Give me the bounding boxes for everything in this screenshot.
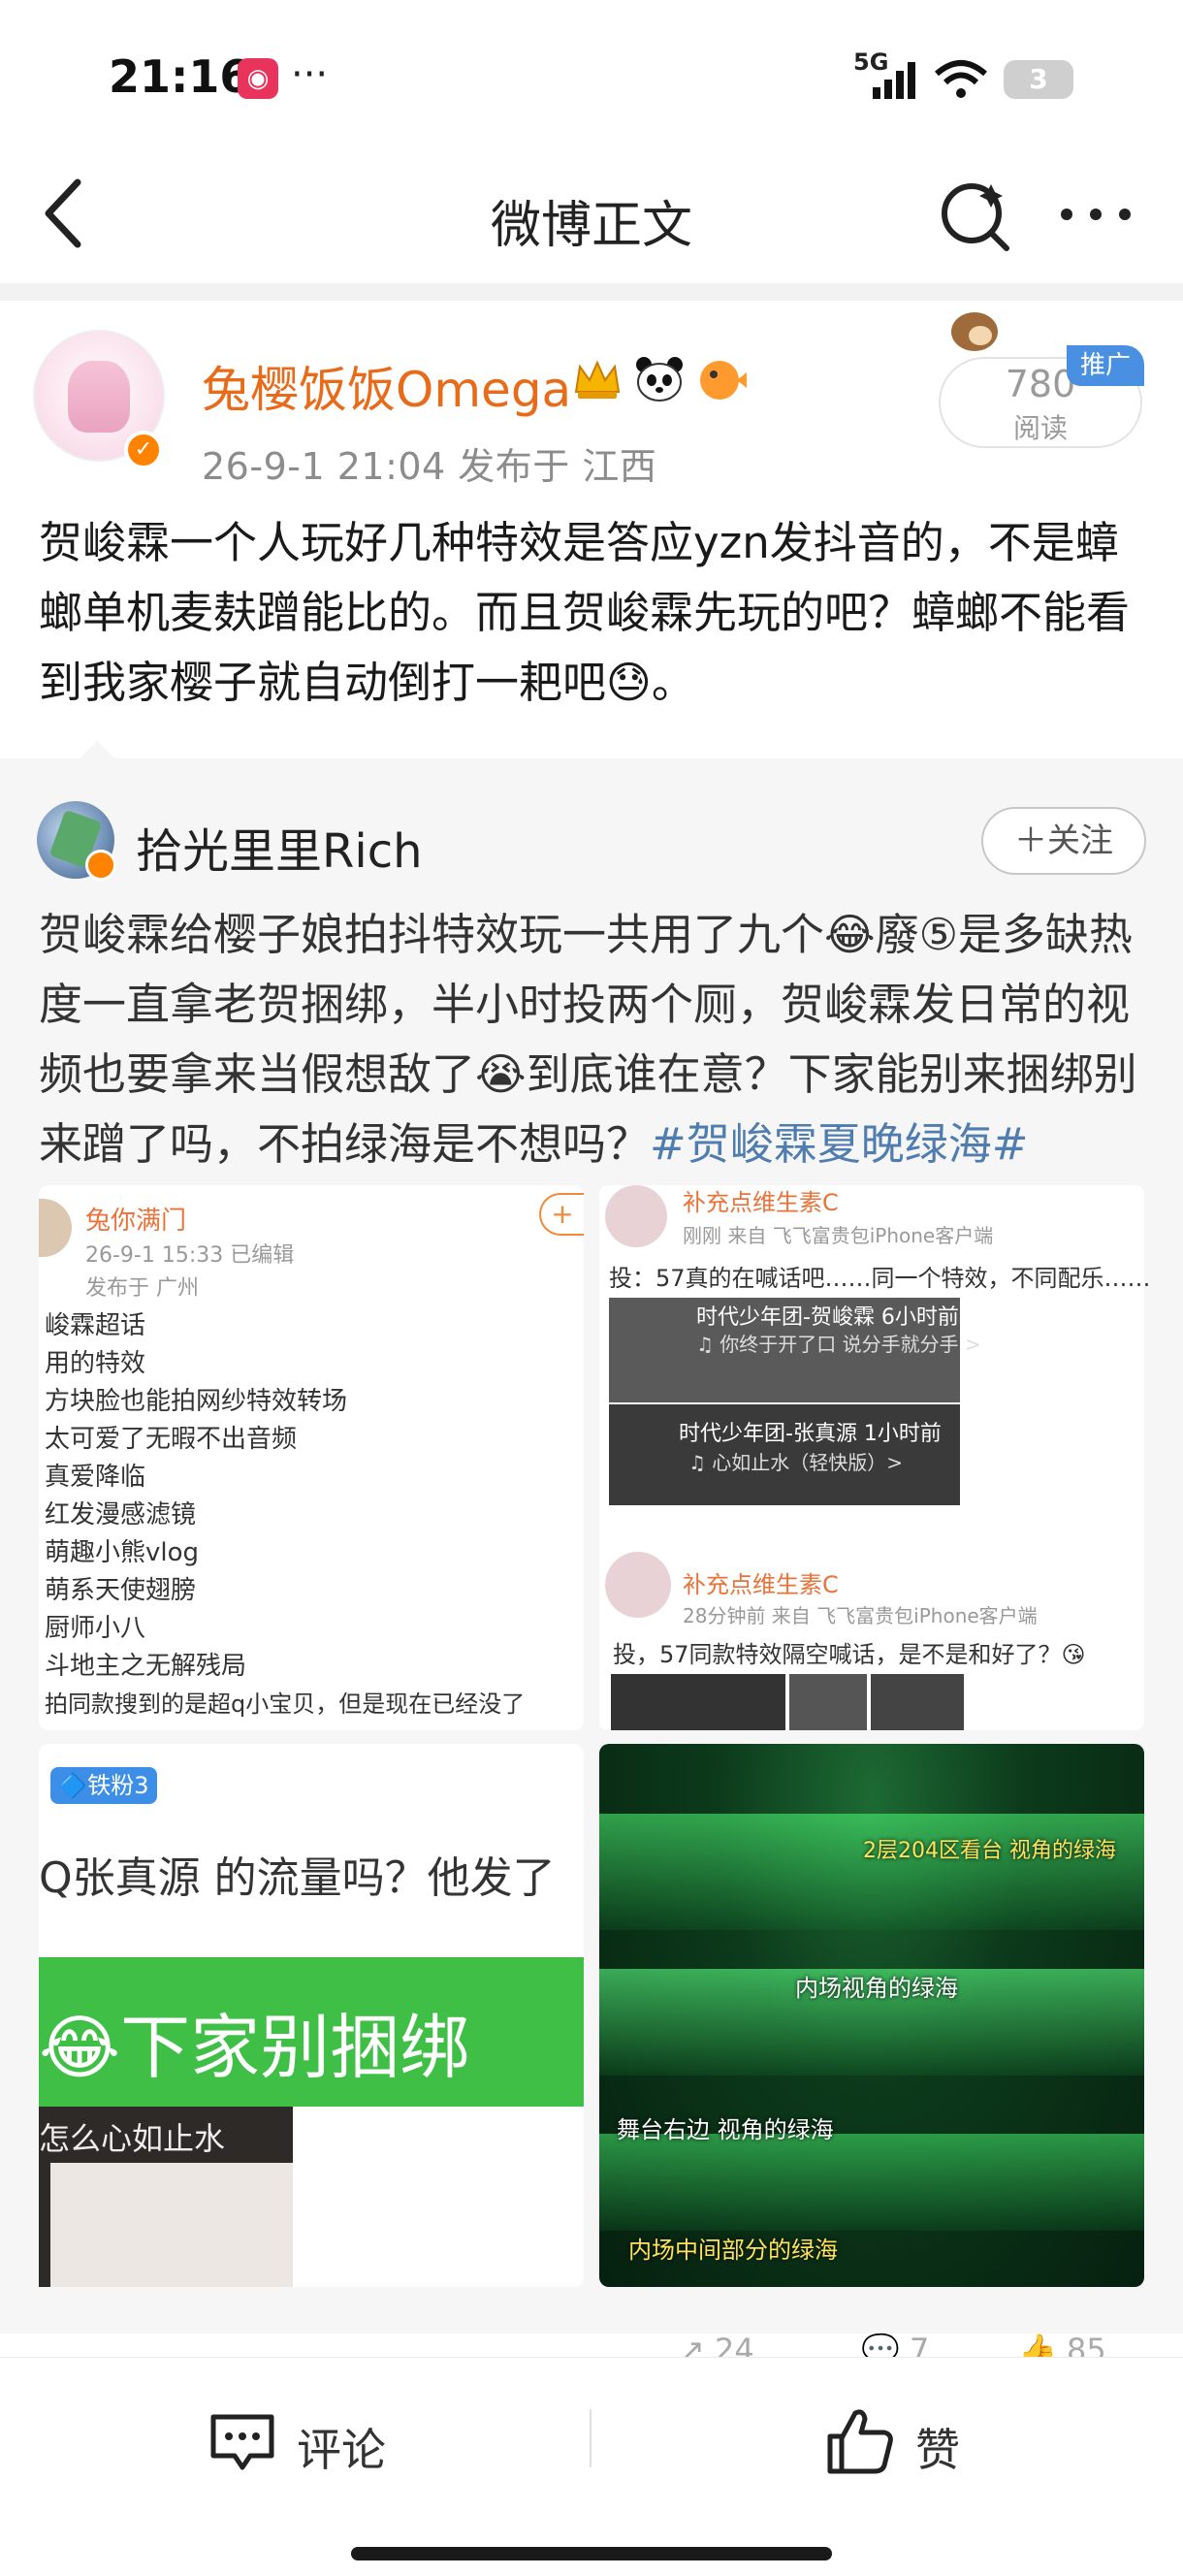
screenshot-follow-icon: + <box>539 1193 584 1236</box>
promo-tag[interactable]: 推广 <box>1067 345 1144 386</box>
concert-light-band <box>599 2134 1144 2231</box>
list-item: 红发漫感滤镜 <box>45 1500 197 1530</box>
panda-badge-icon <box>636 357 683 402</box>
screenshot-text: 投：57真的在喊话吧……同一个特效，不同配乐…… <box>609 1265 1151 1292</box>
status-time: 21:16 <box>109 50 251 103</box>
repost-notch <box>78 741 116 760</box>
home-indicator[interactable] <box>351 2547 832 2560</box>
photo-caption: 内场视角的绿海 <box>795 1975 958 2002</box>
screenshot-text: Q张真源 的流量吗？他发了 <box>39 1853 556 1903</box>
list-item: 拍同款搜到的是超q小宝贝，但是现在已经没了 <box>45 1690 526 1718</box>
photo-light-area <box>50 2163 293 2287</box>
screenshot-meta: 26-9-1 15:33 已编辑 <box>85 1243 295 1268</box>
photo-caption: 2层204区看台 视角的绿海 <box>863 1839 1116 1863</box>
crown-badge-icon <box>574 360 621 399</box>
wifi-icon <box>935 60 987 98</box>
author-name[interactable]: 兔樱饭饭Omega <box>202 351 571 421</box>
verified-badge-icon: ✓ <box>124 431 163 469</box>
list-item: 厨师小八 <box>45 1614 146 1643</box>
list-item: 斗地主之无解残局 <box>45 1652 247 1681</box>
photo-thumbnail <box>871 1674 964 1730</box>
photo-thumbnail <box>789 1674 867 1730</box>
photo-caption: 内场中间部分的绿海 <box>628 2237 838 2264</box>
concert-light-band <box>599 1814 1144 1930</box>
status-more-icon: ··· <box>291 52 329 97</box>
banner-text: 😂下家别捆绑 <box>39 2007 470 2088</box>
more-options-button[interactable] <box>1057 190 1135 239</box>
list-item: 萌系天使翅膀 <box>45 1576 197 1605</box>
screenshot-meta: 刚刚 来自 飞飞富贵包iPhone客户端 <box>683 1224 994 1247</box>
like-button[interactable]: 赞 <box>915 2415 960 2479</box>
repost-author-name[interactable]: 拾光里里Rich <box>136 813 423 881</box>
like-thumb-icon[interactable] <box>824 2405 896 2477</box>
separator <box>0 283 1183 301</box>
pufferfish-badge-icon <box>700 361 747 400</box>
video-title: 时代少年团-张真源 1小时前 <box>679 1422 942 1446</box>
read-count-label: 阅读 <box>1012 412 1068 444</box>
list-item: 用的特效 <box>45 1349 146 1378</box>
follow-button[interactable]: ＋关注 <box>981 807 1146 875</box>
avatar <box>605 1552 671 1618</box>
screenshot-effect-list: 峻霖超话 用的特效 方块脸也能拍网纱特效转场 太可爱了无暇不出音频 真爱降临 红… <box>45 1307 525 1723</box>
post-meta: 26-9-1 21:04 发布于 江西 <box>202 445 657 488</box>
screenshot-meta: 28分钟前 来自 飞飞富贵包iPhone客户端 <box>683 1604 1038 1627</box>
bottom-action-bar <box>0 2357 1183 2576</box>
photo-caption: 舞台右边 视角的绿海 <box>617 2116 834 2143</box>
hashtag-link[interactable]: #贺峻霖夏晚绿海# <box>650 1118 1028 1170</box>
video-music: ♫ 心如止水（轻快版）> <box>688 1451 904 1474</box>
list-item: 峻霖超话 <box>45 1311 146 1340</box>
app-notification-icon: ◉ <box>238 58 278 99</box>
screenshot-meta: 发布于 广州 <box>85 1276 199 1301</box>
list-item: 方块脸也能拍网纱特效转场 <box>45 1387 348 1416</box>
battery-icon: 3 <box>1004 60 1073 99</box>
comment-icon[interactable] <box>208 2411 277 2475</box>
screenshot-username: 兔你满门 <box>85 1207 187 1236</box>
screenshot-text: 投，57同款特效隔空喊话，是不是和好了？😘 <box>613 1641 1086 1668</box>
screenshot-username: 补充点维生素C <box>683 1189 839 1216</box>
list-item: 萌趣小熊vlog <box>45 1538 200 1567</box>
verified-badge-icon <box>85 850 116 881</box>
post-body: 贺峻霖一个人玩好几种特效是答应yzn发抖音的，不是蟑螂单机麦麸蹭能比的。而且贺峻… <box>39 517 1131 708</box>
repost-body: 贺峻霖给樱子娘拍抖特效玩一共用了九个😂廢⑤是多缺热度一直拿老贺捆绑，半小时投两个… <box>39 900 1154 1179</box>
avatar <box>605 1185 667 1247</box>
list-item: 真爱降临 <box>45 1463 146 1492</box>
divider <box>590 2409 592 2467</box>
avatar-illustration <box>68 361 130 433</box>
signal-icon <box>873 62 915 99</box>
search-button[interactable] <box>937 177 1014 254</box>
photo-thumbnail <box>611 1674 785 1730</box>
screenshot-username: 补充点维生素C <box>683 1571 839 1598</box>
comment-button[interactable]: 评论 <box>297 2415 386 2479</box>
video-title: 时代少年团-贺峻霖 6小时前 <box>696 1305 959 1330</box>
fan-level-badge: 🔷铁粉3 <box>50 1767 157 1804</box>
screenshot-caption: 怎么心如止水 <box>39 2120 226 2157</box>
video-music: ♫ 你终于开了口 说分手就分手 > <box>696 1333 981 1356</box>
list-item: 太可爱了无暇不出音频 <box>45 1425 298 1454</box>
